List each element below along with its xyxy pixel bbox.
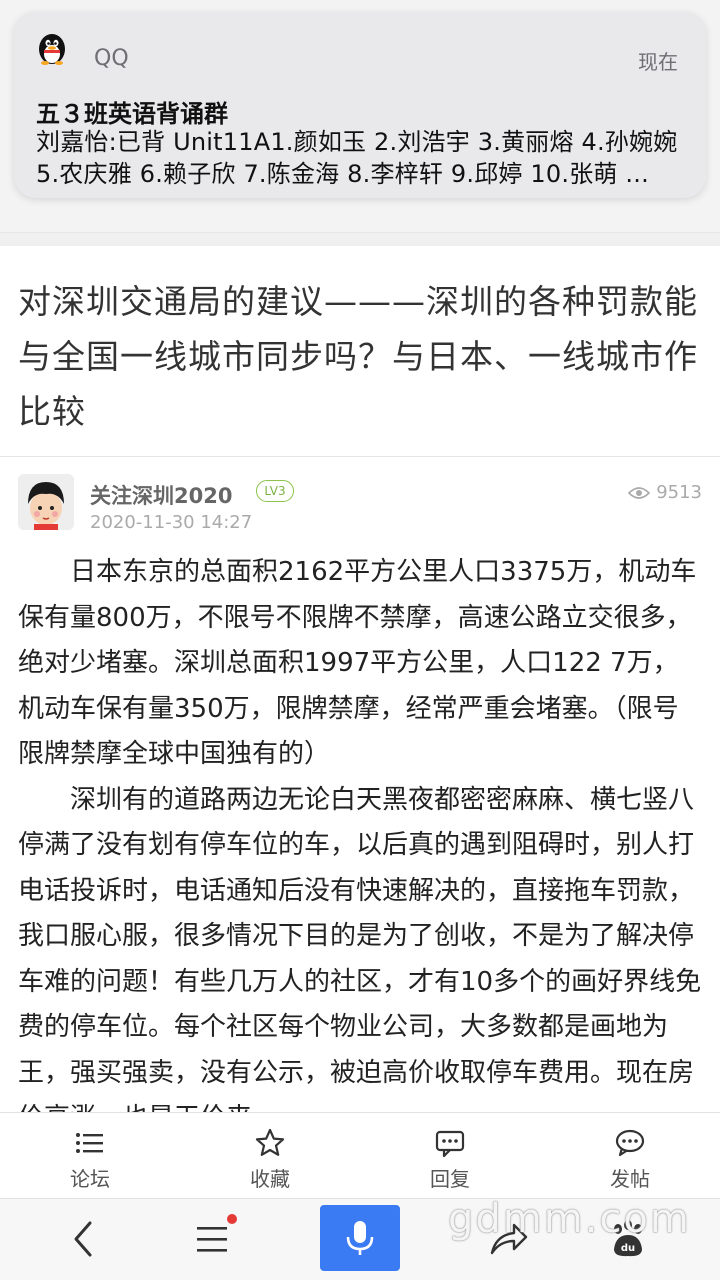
list-icon [76,1133,103,1153]
title-divider [0,456,720,457]
tab-reply-label: 回复 [430,1167,470,1191]
notification-body: 刘嘉怡:已背 Unit11A1.颜如玉 2.刘浩宇 3.黄丽熔 4.孙婉婉 5.… [36,128,678,188]
article-title: 对深圳交通局的建议———深圳的各种罚款能与全国一线城市同步吗？与日本、一线城市作… [18,282,698,431]
tab-favorite-label: 收藏 [250,1167,290,1191]
qq-penguin-icon [39,34,65,65]
article-paragraph: 深圳有的道路两边无论白天黑夜都密密麻麻、横七竖八停满了没有划有停车位的车，以后真… [18,784,702,1134]
tab-post-label: 发帖 [610,1167,650,1191]
back-icon[interactable] [58,1213,110,1265]
post-date: 2020-11-30 14:27 [90,512,253,533]
watermark: gdmm.com [448,1196,691,1242]
tab-forum-label: 论坛 [70,1167,110,1191]
eye-icon [628,487,650,499]
qq-notification[interactable]: QQ 现在 五３班英语背诵群 刘嘉怡:已背 Unit11A1.颜如玉 2.刘浩宇… [14,12,706,198]
notification-app-name: QQ [94,46,129,71]
tab-post[interactable]: 发帖 [540,1113,720,1199]
chat-bubble-icon [615,1129,645,1157]
level-badge: LV3 [256,480,294,502]
avatar-image [18,474,74,530]
divider-strip [0,232,720,246]
comment-icon [435,1130,465,1158]
tab-reply[interactable]: 回复 [360,1113,540,1199]
star-icon [255,1128,285,1156]
notification-dot [227,1214,237,1224]
author-name[interactable]: 关注深圳2020 [90,480,232,510]
tab-favorite[interactable]: 收藏 [180,1113,360,1199]
svg-text:du: du [621,1243,635,1254]
microphone-icon [346,1221,374,1255]
notification-title: 五３班英语背诵群 [36,100,228,128]
tab-forum[interactable]: 论坛 [0,1113,180,1199]
article-body: 日本东京的总面积2162平方公里人口3375万，机动车保有量800万，不限号不限… [18,550,704,1142]
article-paragraph: 日本东京的总面积2162平方公里人口3375万，机动车保有量800万，不限号不限… [18,557,697,769]
bottom-tab-bar: 论坛 收藏 回复 发帖 [0,1112,720,1198]
notification-time: 现在 [638,50,678,74]
view-count: 9513 [656,482,702,503]
voice-search-button[interactable] [320,1205,400,1271]
avatar[interactable] [18,474,74,530]
screen: QQ 现在 五３班英语背诵群 刘嘉怡:已背 Unit11A1.颜如玉 2.刘浩宇… [0,0,720,1280]
